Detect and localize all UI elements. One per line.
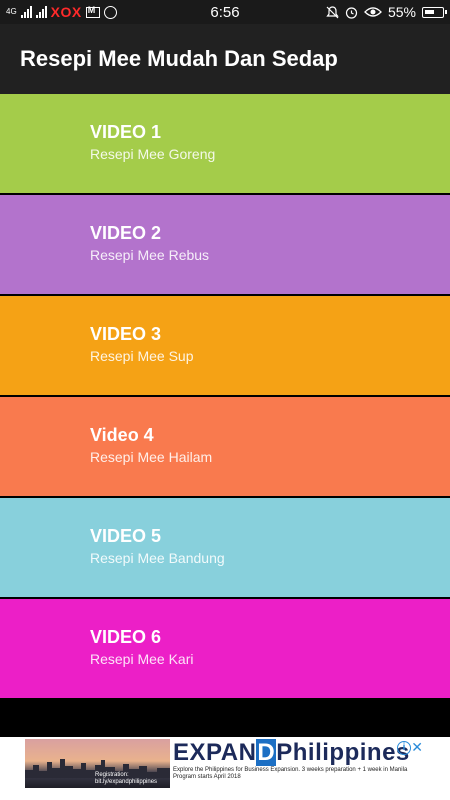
video-list-item-6[interactable]: VIDEO 6 Resepi Mee Kari	[0, 599, 450, 698]
video-title: VIDEO 6	[90, 626, 162, 647]
network-type-label: 4G	[6, 7, 17, 16]
whatsapp-notification-icon	[103, 5, 117, 19]
video-subtitle: Resepi Mee Bandung	[90, 549, 225, 566]
ad-city-image: Registration: bit.ly/expandphilippines	[25, 739, 170, 788]
app-title: Resepi Mee Mudah Dan Sedap	[20, 46, 338, 71]
video-list-item-3[interactable]: VIDEO 3 Resepi Mee Sup	[0, 296, 450, 395]
video-list-item-4[interactable]: Video 4 Resepi Mee Hailam	[0, 397, 450, 496]
ad-registration-label: Registration:	[95, 772, 129, 778]
notifications-off-icon	[326, 5, 339, 18]
video-subtitle: Resepi Mee Goreng	[90, 145, 216, 162]
status-left: 4G XOX	[6, 4, 326, 20]
video-list-item-5[interactable]: VIDEO 5 Resepi Mee Bandung	[0, 498, 450, 597]
alarm-icon	[345, 6, 358, 19]
ad-info-icon[interactable]: i	[397, 741, 411, 755]
carrier-logo: XOX	[50, 4, 82, 20]
video-subtitle: Resepi Mee Hailam	[90, 448, 213, 465]
ad-copy-line-1: Explore the Philippines for Business Exp…	[173, 767, 408, 773]
battery-percentage: 55%	[387, 4, 416, 20]
ad-banner[interactable]: Registration: bit.ly/expandphilippines E…	[25, 739, 425, 788]
video-title: VIDEO 1	[90, 121, 162, 142]
status-bar: 4G XOX 6:56 55%	[0, 0, 450, 24]
video-title: VIDEO 5	[90, 525, 162, 546]
video-subtitle: Resepi Mee Kari	[90, 650, 194, 667]
ad-brand: EXPANDPhilippines	[173, 739, 425, 767]
eye-comfort-icon	[364, 7, 382, 17]
signal-strength-icon	[20, 6, 32, 18]
status-right: 55%	[326, 4, 447, 20]
ad-area: Registration: bit.ly/expandphilippines E…	[0, 737, 450, 800]
battery-icon	[422, 6, 447, 18]
ad-close-icon[interactable]: ✕	[411, 739, 423, 756]
ad-brand-prefix: EXPAN	[173, 739, 257, 766]
video-title: VIDEO 3	[90, 323, 162, 344]
ad-registration: Registration: bit.ly/expandphilippines	[95, 772, 157, 786]
ad-brand-suffix: Philippines	[276, 739, 410, 766]
video-list-item-1[interactable]: VIDEO 1 Resepi Mee Goreng	[0, 94, 450, 193]
video-list: VIDEO 1 Resepi Mee Goreng VIDEO 2 Resepi…	[0, 94, 450, 700]
ad-text-area: EXPANDPhilippines Explore the Philippine…	[170, 739, 425, 788]
gmail-notification-icon	[85, 5, 100, 18]
video-list-item-2[interactable]: VIDEO 2 Resepi Mee Rebus	[0, 195, 450, 294]
ad-brand-d: D	[256, 739, 277, 766]
video-subtitle: Resepi Mee Sup	[90, 347, 194, 364]
video-title: VIDEO 2	[90, 222, 162, 243]
ad-copy-line-2: Program starts April 2018	[173, 774, 241, 780]
video-subtitle: Resepi Mee Rebus	[90, 246, 210, 263]
app-bar: Resepi Mee Mudah Dan Sedap	[0, 24, 450, 94]
video-title: Video 4	[90, 424, 154, 445]
signal-strength-2-icon	[35, 6, 47, 18]
ad-registration-link: bit.ly/expandphilippines	[95, 779, 158, 785]
